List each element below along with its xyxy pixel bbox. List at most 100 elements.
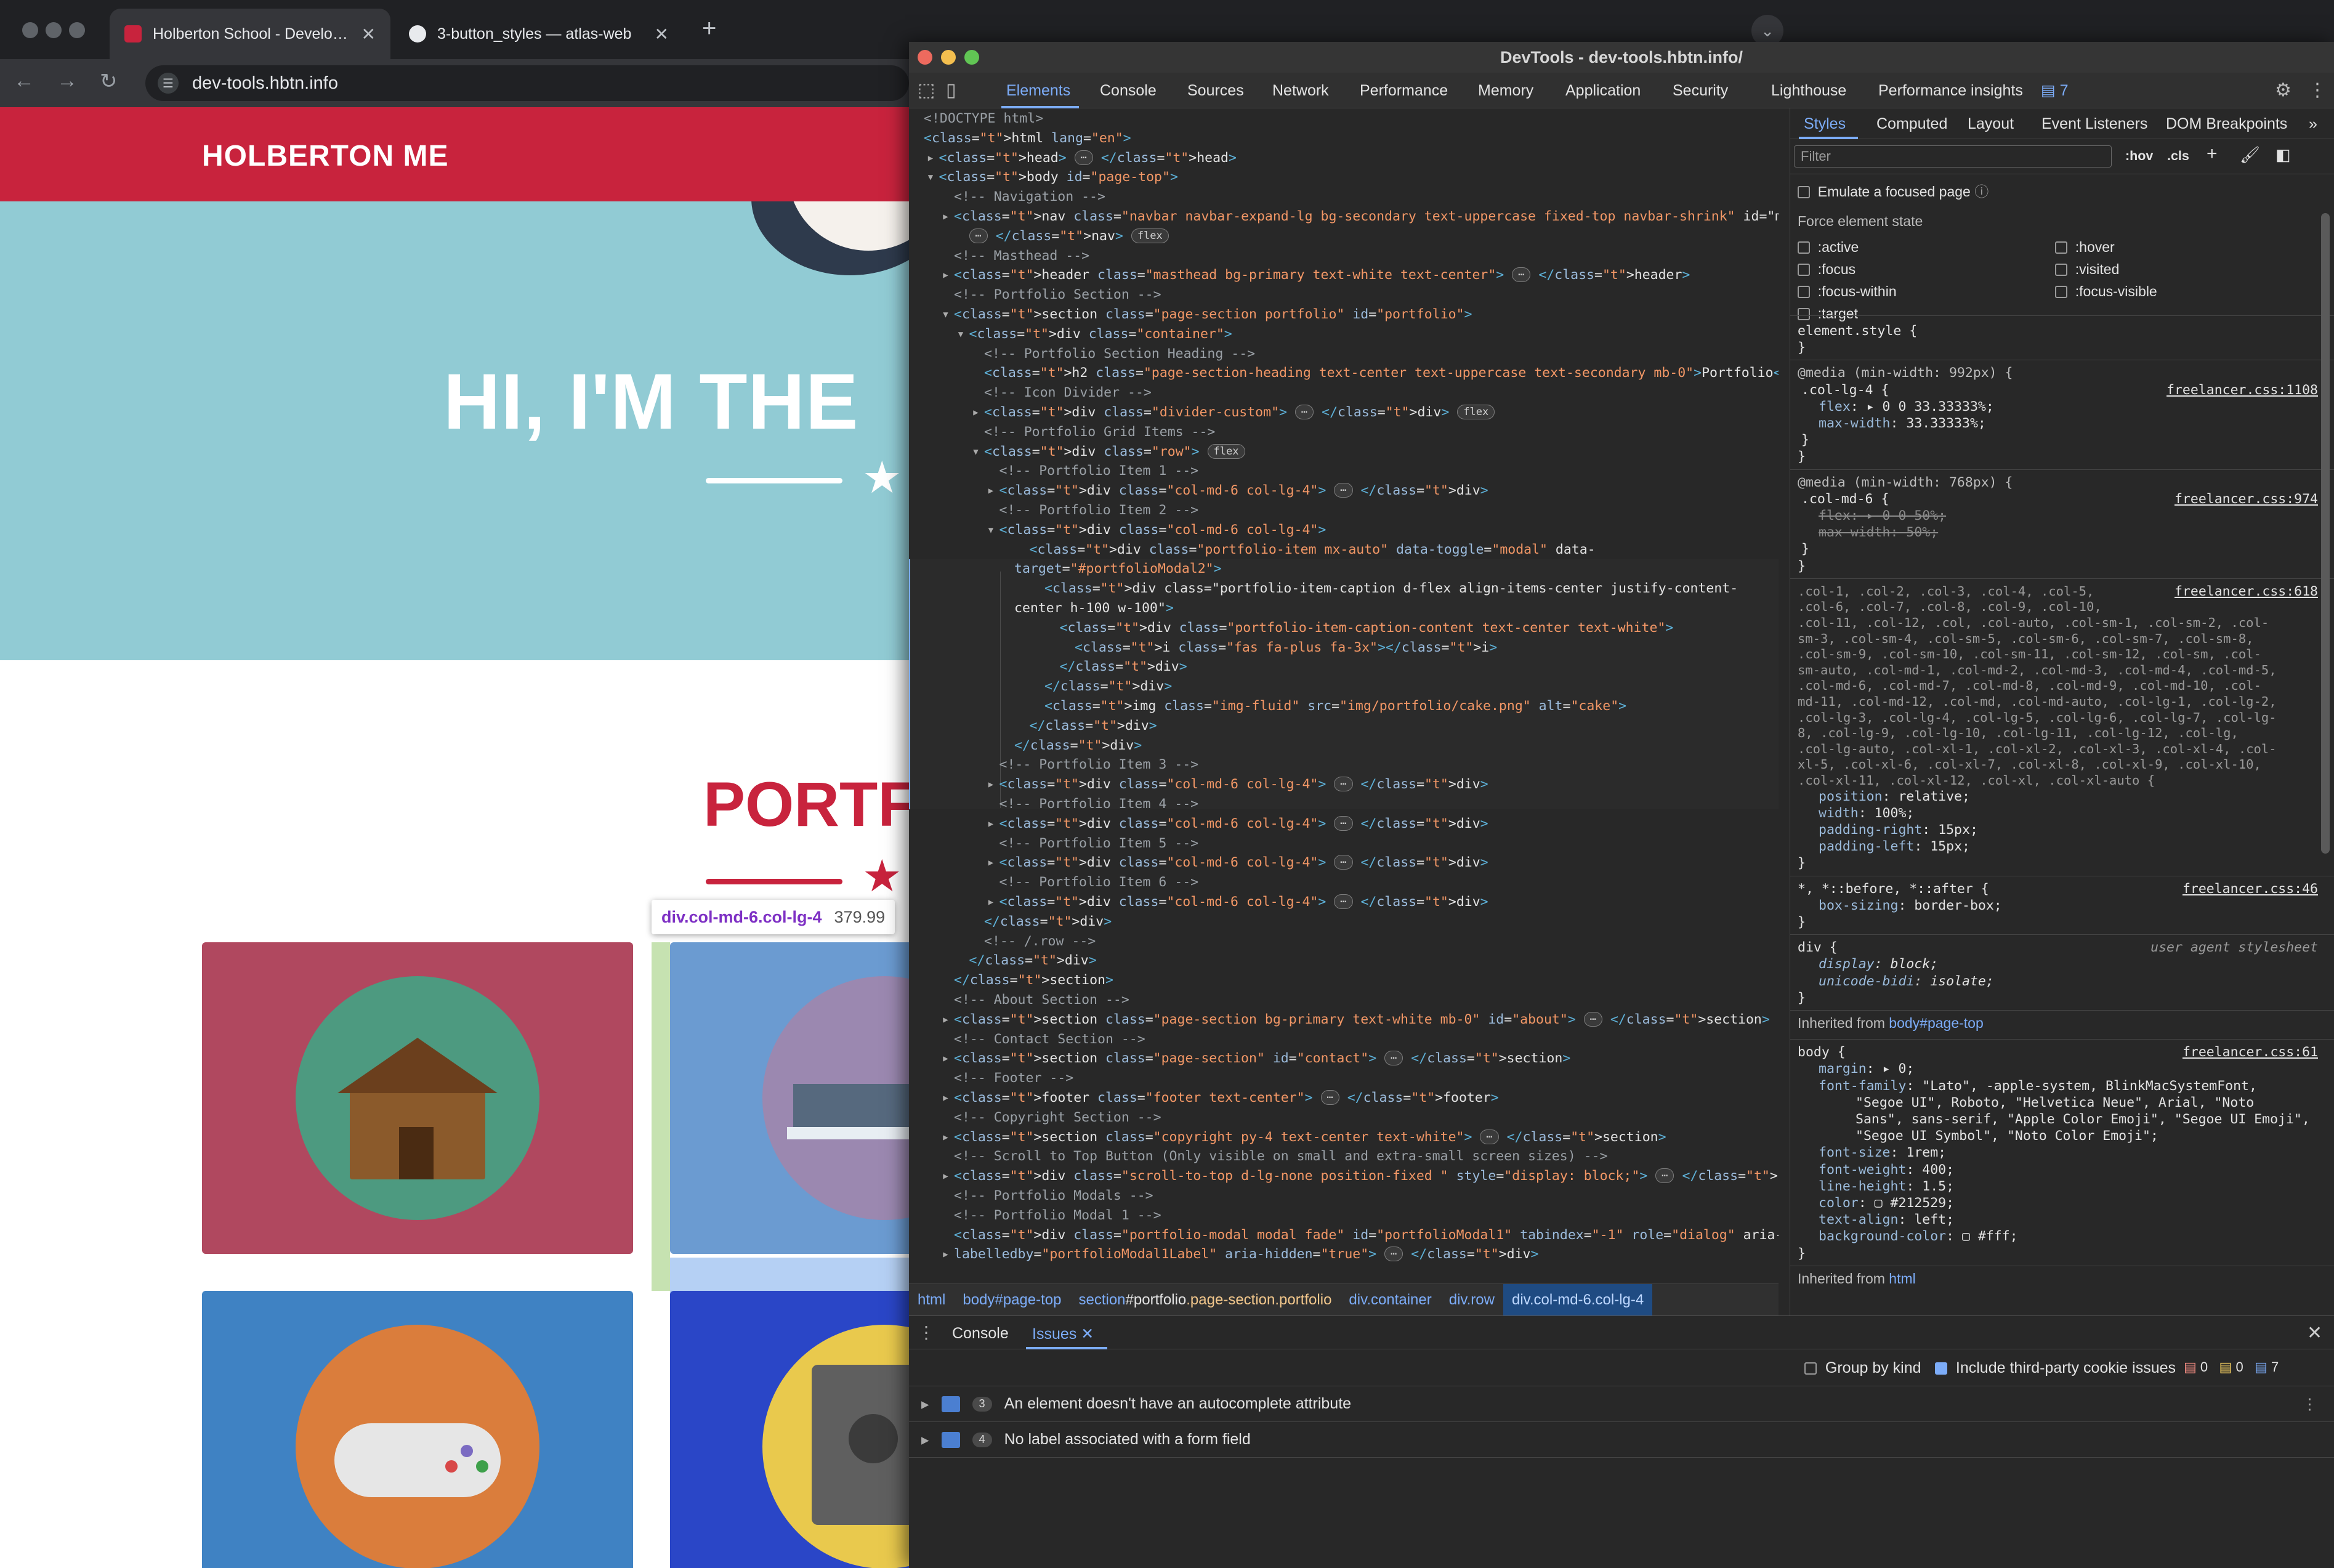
dom-node-line[interactable]: ▾ <class="t">div class="col-md-6 col-lg-4…	[987, 521, 1327, 540]
dom-node-line[interactable]: <!-- Portfolio Item 3 -->	[999, 756, 1199, 774]
force-state-checkbox[interactable]: :active	[1798, 239, 1859, 256]
dom-node-line[interactable]: <!-- Copyright Section -->	[954, 1109, 1161, 1127]
style-property[interactable]: width: 100%;	[1819, 805, 1914, 822]
style-property[interactable]: background-color: ▢ #fff;	[1819, 1228, 2018, 1245]
expand-triangle-icon[interactable]: ▸	[921, 1431, 929, 1449]
tab-holberton[interactable]: Holberton School - Developer ✕	[110, 9, 390, 59]
inspect-element-icon[interactable]: ⬚	[918, 80, 935, 101]
force-state-checkbox[interactable]: :focus	[1798, 261, 1855, 278]
device-toolbar-icon[interactable]: ▯	[946, 80, 956, 101]
tab-performance-insights[interactable]: Performance insights	[1878, 73, 2023, 108]
breadcrumb-selected[interactable]: div.col-md-6.col-lg-4	[1503, 1284, 1653, 1315]
dom-node-line[interactable]: <!DOCTYPE html>	[924, 110, 1043, 128]
drawer-tab-issues[interactable]: Issues ✕	[1032, 1325, 1094, 1343]
tab-layout[interactable]: Layout	[1968, 108, 2014, 139]
dom-node-line[interactable]: </class="t">div>	[1030, 717, 1157, 735]
dom-node-line[interactable]: ▸ <class="t">nav class="navbar navbar-exp…	[942, 208, 1779, 226]
portfolio-item-safe[interactable]	[670, 1291, 916, 1568]
breadcrumb-section[interactable]: section#portfolio.page-section.portfolio	[1070, 1284, 1340, 1315]
tab-application[interactable]: Application	[1565, 73, 1641, 108]
dom-node-line[interactable]: </class="t">section>	[954, 971, 1113, 990]
expand-triangle-icon[interactable]: ▸	[921, 1395, 929, 1413]
sidebar-toggle-icon[interactable]: ◧	[2275, 147, 2291, 163]
tab-computed[interactable]: Computed	[1876, 108, 1947, 139]
issue-row[interactable]: ▸ 4 No label associated with a form fiel…	[909, 1422, 2334, 1458]
cls-toggle[interactable]: .cls	[2167, 148, 2189, 164]
group-by-kind-checkbox[interactable]: Group by kind	[1804, 1359, 1921, 1377]
tab-github[interactable]: 3-button_styles — atlas-web ✕	[394, 9, 684, 59]
style-property[interactable]: font-weight: 400;	[1819, 1162, 1954, 1178]
style-property[interactable]: padding-left: 15px;	[1819, 838, 1970, 855]
dom-node-line[interactable]: <!-- Portfolio Modals -->	[954, 1187, 1153, 1205]
dom-node-line[interactable]: ▸ <class="t">div class="scroll-to-top d-l…	[942, 1167, 1779, 1186]
breadcrumb-html[interactable]: html	[909, 1284, 954, 1315]
dom-node-line[interactable]: ▾ <class="t">div class="row"> flex	[972, 443, 1245, 461]
window-minimize-button[interactable]	[46, 22, 62, 38]
portfolio-item-game[interactable]	[202, 1291, 633, 1568]
dom-node-line[interactable]: <!-- Portfolio Section -->	[954, 286, 1161, 304]
emulate-focused-page[interactable]: Emulate a focused page ⓘ	[1798, 184, 1989, 200]
dom-node-line[interactable]: target="#portfolioModal2">	[1014, 560, 1222, 578]
styles-scrollbar[interactable]	[2321, 213, 2330, 854]
style-property[interactable]: flex: ▸ 0 0 33.33333%;	[1819, 398, 1994, 415]
dom-node-line[interactable]: ▸ <class="t">section class="page-section"…	[942, 1049, 1570, 1068]
hov-toggle[interactable]: :hov	[2125, 148, 2153, 164]
force-state-checkbox[interactable]: :focus-within	[1798, 283, 1897, 300]
force-state-checkbox[interactable]: :hover	[2055, 239, 2115, 256]
drawer-menu-icon[interactable]: ⋮	[918, 1322, 935, 1343]
tab-network[interactable]: Network	[1272, 73, 1329, 108]
style-source-link[interactable]: freelancer.css:61	[2183, 1044, 2318, 1061]
style-property[interactable]: box-sizing: border-box;	[1819, 897, 2002, 914]
tab-lighthouse[interactable]: Lighthouse	[1771, 73, 1846, 108]
back-arrow-icon[interactable]: ←	[14, 69, 34, 93]
dom-node-line[interactable]: ▾ <class="t">section class="page-section …	[942, 305, 1472, 324]
more-tabs-icon[interactable]: »	[2309, 108, 2317, 139]
dom-node-line[interactable]: <!-- Portfolio Item 4 -->	[999, 795, 1199, 814]
tab-sources[interactable]: Sources	[1187, 73, 1244, 108]
dom-node-line[interactable]: <!-- Contact Section -->	[954, 1030, 1145, 1049]
dom-node-line[interactable]: <!-- Navigation -->	[954, 188, 1105, 206]
issue-row[interactable]: ▸ 3 An element doesn't have an autocompl…	[909, 1386, 2334, 1422]
close-tab-icon[interactable]: ✕	[655, 24, 669, 44]
force-state-checkbox[interactable]: :visited	[2055, 261, 2119, 278]
dom-node-line[interactable]: <!-- About Section -->	[954, 991, 1129, 1009]
dom-node-line[interactable]: ▸ <class="t">div class="col-md-6 col-lg-4…	[987, 815, 1488, 833]
forward-arrow-icon[interactable]: →	[57, 69, 78, 93]
dom-node-line[interactable]: </class="t">div>	[1044, 677, 1172, 696]
dom-node-line[interactable]: ▸ <class="t">div class="divider-custom"> …	[972, 403, 1495, 422]
breadcrumb-body[interactable]: body#page-top	[954, 1284, 1070, 1315]
style-source-link[interactable]: freelancer.css:1108	[2166, 382, 2318, 398]
dom-node-line[interactable]: ▾ <class="t">body id="page-top">	[927, 168, 1178, 187]
address-bar[interactable]: ☰ dev-tools.hbtn.info	[145, 65, 909, 101]
dom-node-line[interactable]: <!-- Portfolio Item 2 -->	[999, 501, 1199, 520]
dom-node-line[interactable]: <!-- Masthead -->	[954, 247, 1089, 265]
style-property[interactable]: line-height: 1.5;	[1819, 1178, 1954, 1195]
dom-node-line[interactable]: ▸ <class="t">section class="copyright py-…	[942, 1128, 1666, 1147]
dom-node-line[interactable]: ▸ <class="t">section class="page-section …	[942, 1011, 1770, 1029]
window-zoom-button[interactable]	[69, 22, 85, 38]
style-property[interactable]: font-size: 1rem;	[1819, 1144, 1946, 1161]
tab-styles[interactable]: Styles	[1804, 108, 1846, 139]
more-options-icon[interactable]: ⋮	[2308, 80, 2327, 101]
settings-gear-icon[interactable]: ⚙	[2275, 80, 2292, 101]
dom-node-line[interactable]: ▸ <class="t">header class="masthead bg-pr…	[942, 266, 1690, 285]
tab-console[interactable]: Console	[1100, 73, 1157, 108]
site-brand[interactable]: HOLBERTON ME	[202, 139, 448, 173]
new-tab-icon[interactable]: +	[702, 16, 716, 41]
dom-node-line[interactable]: center h-100 w-100">	[1014, 599, 1174, 618]
style-source-link[interactable]: freelancer.css:618	[2174, 583, 2318, 600]
issue-menu-icon[interactable]: ⋮	[2302, 1395, 2317, 1413]
tab-elements[interactable]: Elements	[1006, 73, 1070, 108]
style-property[interactable]: flex: ▸ 0 0 50%;	[1819, 507, 1946, 524]
close-window-button[interactable]	[918, 50, 932, 65]
dom-node-line[interactable]: ▸ <class="t">head> ⋯ </class="t">head>	[927, 149, 1237, 168]
dom-node-line[interactable]: </class="t">div>	[1060, 658, 1187, 676]
breadcrumb-row[interactable]: div.row	[1440, 1284, 1503, 1315]
dom-node-line[interactable]: <!-- Portfolio Item 1 -->	[999, 462, 1199, 480]
drawer-tab-console[interactable]: Console	[952, 1325, 1009, 1343]
tab-performance[interactable]: Performance	[1360, 73, 1448, 108]
dom-node-line[interactable]: <!-- /.row -->	[984, 932, 1096, 951]
reload-icon[interactable]: ↻	[100, 69, 118, 94]
close-tab-icon[interactable]: ✕	[361, 24, 376, 44]
style-property[interactable]: max-width: 33.33333%;	[1819, 415, 1986, 432]
